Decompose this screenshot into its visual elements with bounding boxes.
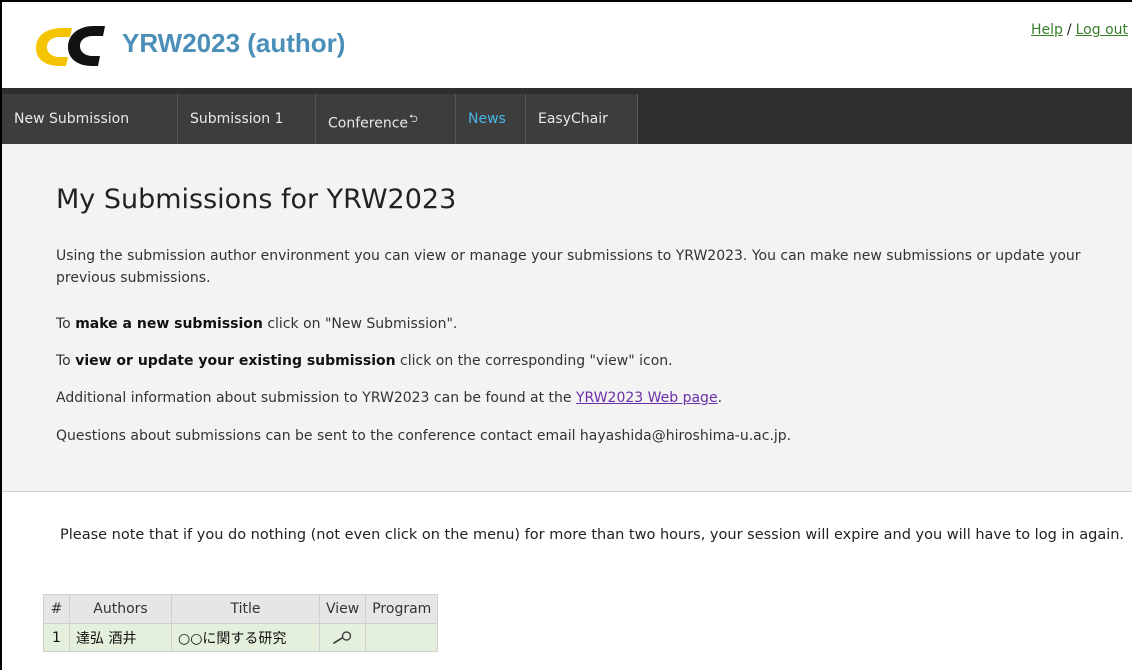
emphasis: make a new submission <box>75 316 263 332</box>
text: To <box>56 316 76 332</box>
text: click on "New Submission". <box>262 316 458 332</box>
intro-view-hint: To view or update your existing submissi… <box>56 350 1128 372</box>
col-program: Program <box>365 594 439 624</box>
nav-label: EasyChair <box>538 111 608 127</box>
emphasis: view or update your existing submission <box>75 353 396 369</box>
col-title: Title <box>171 594 320 624</box>
nav-label: Conference <box>328 115 409 132</box>
session-note: Please note that if you do nothing (not … <box>60 527 1125 543</box>
col-authors: Authors <box>69 594 172 624</box>
row-title: ○○に関する研究 <box>171 623 320 652</box>
link-separator: / <box>1066 22 1072 38</box>
intro-section: My Submissions for YRW2023 Using the sub… <box>2 144 1132 492</box>
text: To <box>56 353 76 369</box>
row-number: 1 <box>43 623 70 652</box>
row-authors: 達弘 酒井 <box>69 623 172 652</box>
intro-info-line: Additional information about submission … <box>56 387 1128 409</box>
row-view-cell <box>318 623 367 652</box>
table-row: 1 達弘 酒井 ○○に関する研究 <box>43 623 439 652</box>
submissions-table: # Authors Title View Program 1 達弘 酒井 ○○に… <box>43 594 439 652</box>
help-link[interactable]: Help <box>1031 22 1063 38</box>
nav-news[interactable]: News <box>456 94 526 144</box>
intro-new-submission-hint: To make a new submission click on "New S… <box>56 313 1128 335</box>
magnifier-view-icon[interactable] <box>332 630 354 645</box>
nav-conference[interactable]: Conference⮌ <box>316 94 456 144</box>
page-title: My Submissions for YRW2023 <box>56 184 457 215</box>
nav-label: Submission 1 <box>190 111 284 127</box>
logout-link[interactable]: Log out <box>1076 22 1128 38</box>
nav-easychair[interactable]: EasyChair <box>526 94 638 144</box>
nav-label: New Submission <box>14 111 130 127</box>
easychair-logo-icon[interactable] <box>32 24 112 68</box>
row-program <box>365 623 439 652</box>
app-title: YRW2023 (author) <box>122 28 346 58</box>
nav-new-submission[interactable]: New Submission <box>2 94 178 144</box>
intro-paragraph: Using the submission author environment … <box>56 248 1081 286</box>
col-view: View <box>318 594 367 624</box>
text: Additional information about submission … <box>56 390 576 406</box>
intro-contact-line: Questions about submissions can be sent … <box>56 428 792 444</box>
col-number: # <box>43 594 70 624</box>
text: . <box>717 390 723 406</box>
table-header-row: # Authors Title View Program <box>43 594 439 624</box>
top-links: Help / Log out <box>1031 22 1128 38</box>
nav-submission-1[interactable]: Submission 1 <box>178 94 316 144</box>
nav-label: News <box>468 111 506 127</box>
web-page-link[interactable]: YRW2023 Web page <box>576 390 718 406</box>
main-nav: New Submission Submission 1 Conference⮌ … <box>2 88 1132 144</box>
header: YRW2023 (author) Help / Log out <box>2 2 1132 88</box>
text: click on the corresponding "view" icon. <box>395 353 673 369</box>
return-arrow-icon: ⮌ <box>409 112 418 125</box>
